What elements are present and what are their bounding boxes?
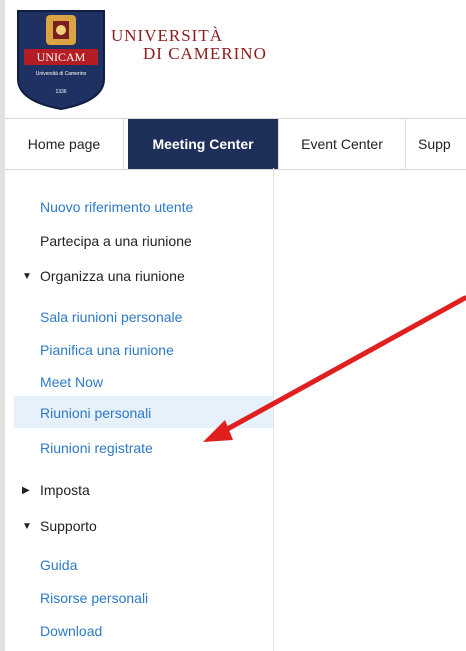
caret-right-icon[interactable]: ▶: [22, 485, 30, 496]
caret-down-icon[interactable]: ▼: [22, 271, 32, 282]
tab-separator: [123, 119, 124, 169]
sidebar-item-sala-riunioni-personale[interactable]: Sala riunioni personale: [40, 309, 182, 325]
sidebar-item-pianifica-riunione[interactable]: Pianifica una riunione: [40, 342, 174, 358]
sidebar-divider: [273, 168, 274, 651]
caret-down-icon[interactable]: ▼: [22, 521, 32, 532]
tab-home-page[interactable]: Home page: [5, 119, 123, 169]
crest-subtext: Università di Camerino: [36, 71, 87, 77]
main-tab-bar: Home page Meeting Center Event Center Su…: [5, 118, 466, 170]
crest-text: UNICAM: [37, 50, 86, 64]
sidebar-section-supporto[interactable]: Supporto: [40, 518, 97, 534]
sidebar-item-guida[interactable]: Guida: [40, 557, 77, 573]
site-header: UNICAM Università di Camerino 1336 UNIVE…: [5, 0, 466, 118]
university-name-line2: DI CAMERINO: [143, 44, 267, 63]
sidebar-item-riunioni-personali[interactable]: Riunioni personali: [40, 405, 151, 421]
sidebar-item-meet-now[interactable]: Meet Now: [40, 374, 103, 390]
university-name: UNIVERSITÀ DI CAMERINO: [111, 27, 267, 63]
tab-event-center[interactable]: Event Center: [279, 119, 405, 169]
sidebar-item-partecipa-riunione[interactable]: Partecipa a una riunione: [40, 233, 192, 249]
university-name-line1: UNIVERSITÀ: [111, 26, 223, 45]
tab-separator: [405, 119, 406, 169]
sidebar-item-riunioni-registrate[interactable]: Riunioni registrate: [40, 440, 153, 456]
sidebar-section-imposta[interactable]: Imposta: [40, 482, 90, 498]
sidebar-section-organizza[interactable]: Organizza una riunione: [40, 268, 185, 284]
sidebar-item-nuovo-riferimento-utente[interactable]: Nuovo riferimento utente: [40, 199, 193, 215]
unicam-crest-logo[interactable]: UNICAM Università di Camerino 1336: [16, 9, 106, 110]
crest-year: 1336: [55, 89, 66, 95]
sidebar-item-download[interactable]: Download: [40, 623, 102, 639]
tab-support[interactable]: Supp: [418, 119, 466, 169]
tab-meeting-center[interactable]: Meeting Center: [128, 119, 278, 169]
sidebar-item-risorse-personali[interactable]: Risorse personali: [40, 590, 148, 606]
